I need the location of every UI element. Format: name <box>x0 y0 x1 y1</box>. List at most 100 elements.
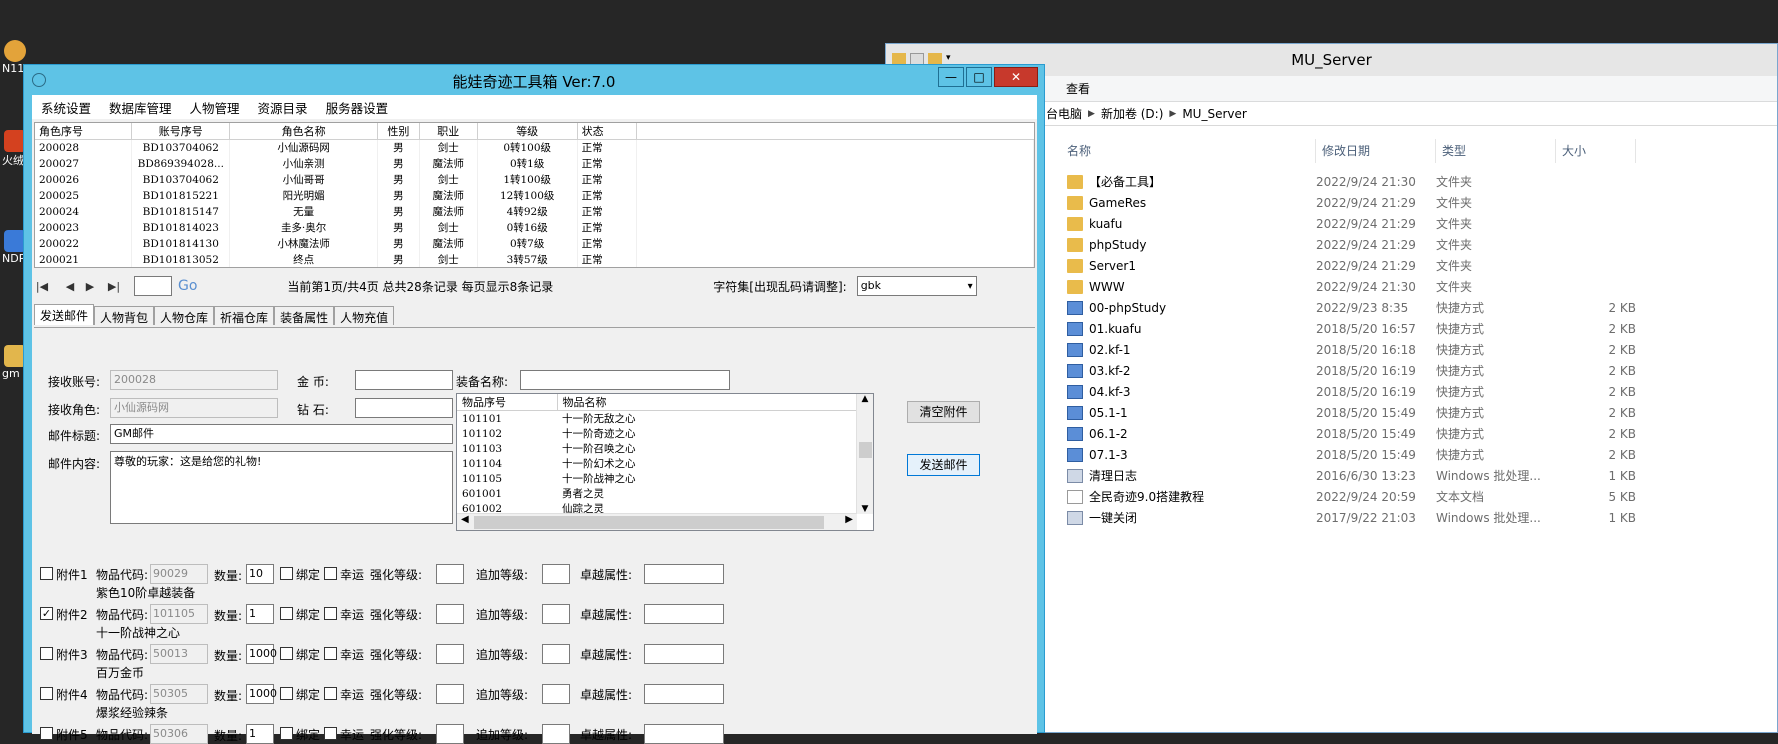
column-size[interactable]: 大小 <box>1556 139 1636 163</box>
bind-checkbox[interactable] <box>280 567 293 580</box>
file-row[interactable]: phpStudy 2022/9/24 21:29 文件夹 <box>1061 234 1636 255</box>
bind-checkbox[interactable] <box>280 607 293 620</box>
first-page-button[interactable]: |◀ <box>34 280 50 293</box>
bind-checkbox[interactable] <box>280 647 293 660</box>
file-row[interactable]: Server1 2022/9/24 21:29 文件夹 <box>1061 255 1636 276</box>
scroll-thumb[interactable] <box>474 516 824 529</box>
charset-select[interactable]: gbk ▾ <box>856 276 977 296</box>
tab-warehouse[interactable]: 人物仓库 <box>154 306 215 325</box>
grid-col-gender[interactable]: 性别 <box>377 123 420 140</box>
excellent-field[interactable] <box>644 604 724 624</box>
luck-checkbox[interactable] <box>324 727 337 740</box>
equip-name-field[interactable] <box>520 370 730 390</box>
file-row[interactable]: GameRes 2022/9/24 21:29 文件夹 <box>1061 192 1636 213</box>
recv-role-field[interactable]: 小仙源码网 <box>110 398 278 418</box>
file-row[interactable]: 清理日志 2016/6/30 13:23 Windows 批处理... 1 KB <box>1061 465 1636 486</box>
tab-send-mail[interactable]: 发送邮件 <box>34 304 95 325</box>
grid-col-class[interactable]: 职业 <box>419 123 478 140</box>
scroll-thumb[interactable] <box>859 442 872 458</box>
scroll-left-icon[interactable]: ◀ <box>461 514 469 525</box>
append-field[interactable] <box>542 724 570 744</box>
file-row[interactable]: 03.kf-2 2018/5/20 16:19 快捷方式 2 KB <box>1061 360 1636 381</box>
luck-checkbox[interactable] <box>324 607 337 620</box>
gold-field[interactable] <box>355 370 453 390</box>
grid-col-status[interactable]: 状态 <box>577 123 638 140</box>
enhance-field[interactable] <box>436 724 464 744</box>
grid-col-level[interactable]: 等级 <box>477 123 578 140</box>
qty-field[interactable]: 10 <box>246 564 274 584</box>
menu-server-settings[interactable]: 服务器设置 <box>317 98 398 117</box>
last-page-button[interactable]: ▶| <box>106 280 122 293</box>
file-row[interactable]: 02.kf-1 2018/5/20 16:18 快捷方式 2 KB <box>1061 339 1636 360</box>
item-code-field[interactable]: 101105 <box>150 604 208 624</box>
menu-resources[interactable]: 资源目录 <box>249 98 317 117</box>
table-row[interactable]: 200022 BD101814130 小林魔法师男魔法师 0转7级 正常 <box>35 235 1034 252</box>
qty-field[interactable]: 1000 <box>246 644 277 664</box>
toolbox-titlebar[interactable]: 能娃奇迹工具箱 Ver:7.0 — □ ✕ <box>24 65 1044 95</box>
luck-checkbox[interactable] <box>324 567 337 580</box>
file-row[interactable]: 【必备工具】 2022/9/24 21:30 文件夹 <box>1061 171 1636 192</box>
append-field[interactable] <box>542 684 570 704</box>
go-button[interactable]: Go <box>178 278 197 294</box>
item-col-name[interactable]: 物品名称 <box>557 394 858 411</box>
excellent-field[interactable] <box>644 644 724 664</box>
append-field[interactable] <box>542 644 570 664</box>
close-button[interactable]: ✕ <box>994 67 1038 87</box>
file-row[interactable]: 一键关闭 2017/9/22 21:03 Windows 批处理... 1 KB <box>1061 507 1636 528</box>
table-row[interactable]: 200023 BD101814023 圭多·奥尔男剑士 0转16级 正常 <box>35 219 1034 236</box>
grid-col-account-id[interactable]: 账号序号 <box>131 123 231 140</box>
table-row[interactable]: 200021 BD101813052 终点男剑士 3转57级 正常 <box>35 251 1034 267</box>
column-name[interactable]: 名称 <box>1061 139 1316 163</box>
luck-checkbox[interactable] <box>324 647 337 660</box>
list-item[interactable]: 101104 十一阶幻术之心 <box>457 456 857 471</box>
table-row[interactable]: 200024 BD101815147 无量男魔法师 4转92级 正常 <box>35 203 1034 220</box>
tab-blessing-warehouse[interactable]: 祈福仓库 <box>214 306 275 325</box>
item-code-field[interactable]: 50305 <box>150 684 208 704</box>
table-row[interactable]: 200028 BD103704062 小仙源码网男剑士 0转100级 正常 <box>35 139 1034 156</box>
attachment-checkbox[interactable] <box>40 647 53 660</box>
enhance-field[interactable] <box>436 644 464 664</box>
file-row[interactable]: 00-phpStudy 2022/9/23 8:35 快捷方式 2 KB <box>1061 297 1636 318</box>
tab-recharge[interactable]: 人物充值 <box>334 306 395 325</box>
table-row[interactable]: 200026 BD103704062 小仙哥哥男剑士 1转100级 正常 <box>35 171 1034 188</box>
list-item[interactable]: 601001 勇者之灵 <box>457 486 857 501</box>
maximize-button[interactable]: □ <box>966 67 992 87</box>
ribbon-tab-view[interactable]: 查看 <box>1066 80 1090 97</box>
bind-checkbox[interactable] <box>280 727 293 740</box>
qty-field[interactable]: 1000 <box>246 684 277 704</box>
breadcrumb-arrow-icon[interactable]: ▶ <box>1088 109 1095 119</box>
column-type[interactable]: 类型 <box>1436 139 1556 163</box>
item-list-vscrollbar[interactable]: ▲ ▼ <box>856 394 873 514</box>
item-col-id[interactable]: 物品序号 <box>457 394 558 411</box>
bind-checkbox[interactable] <box>280 687 293 700</box>
attachment-checkbox[interactable]: ✓ <box>40 607 53 620</box>
luck-checkbox[interactable] <box>324 687 337 700</box>
tab-backpack[interactable]: 人物背包 <box>94 306 155 325</box>
enhance-field[interactable] <box>436 564 464 584</box>
file-row[interactable]: 07.1-3 2018/5/20 15:49 快捷方式 2 KB <box>1061 444 1636 465</box>
breadcrumb-item[interactable]: 新加卷 (D:) <box>1101 105 1163 122</box>
menu-system-settings[interactable]: 系统设置 <box>32 98 100 117</box>
file-row[interactable]: 全民奇迹9.0搭建教程 2022/9/24 20:59 文本文档 5 KB <box>1061 486 1636 507</box>
page-number-input[interactable] <box>134 276 172 296</box>
qty-field[interactable]: 1 <box>246 724 274 744</box>
file-row[interactable]: 04.kf-3 2018/5/20 16:19 快捷方式 2 KB <box>1061 381 1636 402</box>
attachment-checkbox[interactable] <box>40 687 53 700</box>
recv-account-field[interactable]: 200028 <box>110 370 278 390</box>
send-mail-button[interactable]: 发送邮件 <box>907 454 980 476</box>
clear-attachments-button[interactable]: 清空附件 <box>907 401 980 423</box>
menu-database[interactable]: 数据库管理 <box>100 98 181 117</box>
excellent-field[interactable] <box>644 724 724 744</box>
tab-equip-attributes[interactable]: 装备属性 <box>274 306 335 325</box>
minimize-button[interactable]: — <box>938 67 964 87</box>
breadcrumb-item[interactable]: MU_Server <box>1182 107 1247 121</box>
next-page-button[interactable]: ▶ <box>82 280 98 293</box>
breadcrumb-item[interactable]: 台电脑 <box>1046 105 1082 122</box>
item-code-field[interactable]: 90029 <box>150 564 208 584</box>
item-list-hscrollbar[interactable]: ◀ ▶ <box>457 513 857 530</box>
file-row[interactable]: 06.1-2 2018/5/20 15:49 快捷方式 2 KB <box>1061 423 1636 444</box>
list-item[interactable]: 101102 十一阶奇迹之心 <box>457 426 857 441</box>
attachment-checkbox[interactable] <box>40 567 53 580</box>
enhance-field[interactable] <box>436 684 464 704</box>
breadcrumb-arrow-icon[interactable]: ▶ <box>1169 109 1176 119</box>
